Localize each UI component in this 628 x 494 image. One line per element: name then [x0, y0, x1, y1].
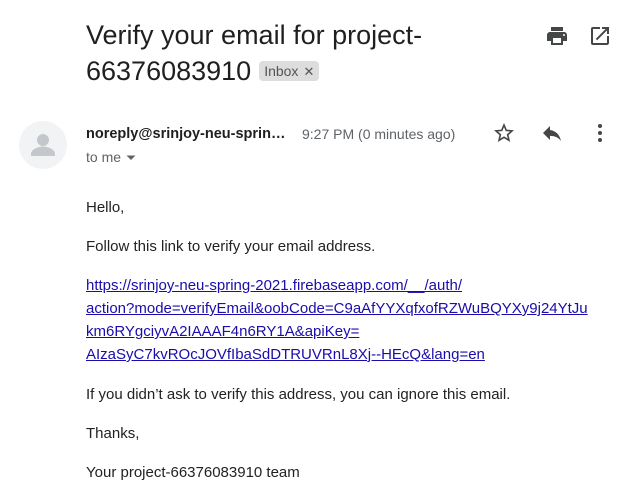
message-time: 9:27 PM (0 minutes ago) [302, 126, 456, 142]
ignore-note-text: If you didn’t ask to verify this address… [86, 386, 511, 403]
print-icon[interactable] [545, 24, 569, 48]
thanks-text: Thanks, [86, 425, 140, 442]
verification-link-line-2[interactable]: action?mode=verifyEmail&oobCode=C9aAfYYX… [86, 297, 616, 320]
remove-label-icon[interactable]: ✕ [303, 64, 314, 79]
person-icon [31, 134, 55, 156]
greeting-text: Hello, [86, 199, 125, 216]
inbox-label-chip[interactable]: Inbox ✕ [259, 61, 320, 81]
reply-icon[interactable] [540, 121, 564, 145]
more-vert-icon[interactable] [588, 121, 612, 145]
recipient-text: to me [86, 149, 122, 165]
verification-link-line-4[interactable]: AIzaSyC7kvROcJOVfIbaSdDTRUVRnL8Xj--HEcQ&… [86, 343, 616, 366]
sender-address[interactable]: noreply@srinjoy-neu-spring-2021.firebase… [86, 124, 291, 144]
sender-avatar[interactable] [19, 121, 67, 169]
chevron-down-icon [126, 155, 136, 160]
recipient-details-toggle[interactable]: to me [86, 147, 137, 167]
star-icon[interactable] [492, 121, 516, 145]
subject-title: Verify your email for project-6637608391… [86, 20, 423, 86]
signature-text: Your project-66376083910 team [86, 464, 300, 481]
verification-link-line-3[interactable]: km6RYgciyvA2IAAAF4n6RY1A&apiKey= [86, 320, 616, 343]
email-subject: Verify your email for project-6637608391… [86, 17, 526, 89]
verification-link-line-1[interactable]: https://srinjoy-neu-spring-2021.firebase… [86, 274, 616, 297]
open-in-new-icon[interactable] [588, 24, 612, 48]
label-chip-text: Inbox [264, 63, 299, 79]
instruction-text: Follow this link to verify your email ad… [86, 238, 376, 255]
